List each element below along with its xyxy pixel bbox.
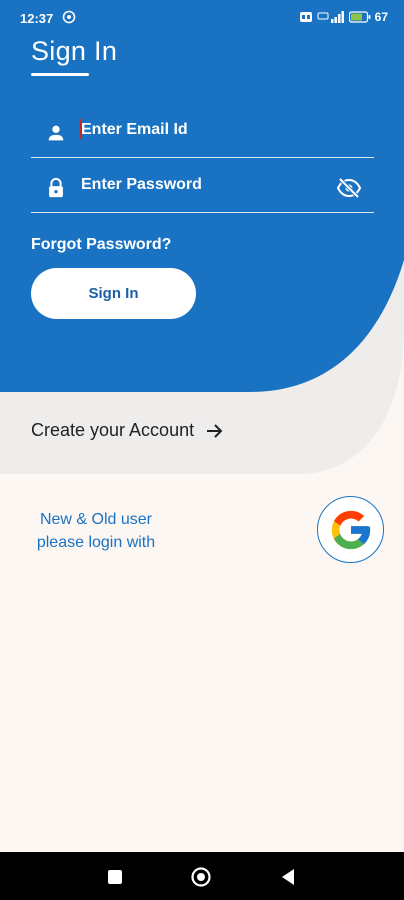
email-field-row (31, 106, 374, 158)
navigation-bar (0, 852, 404, 900)
circle-icon[interactable] (190, 866, 212, 888)
google-login-text: New & Old user please login with (26, 508, 166, 554)
lock-icon (49, 177, 63, 198)
create-account-link[interactable]: Create your Account (31, 420, 224, 441)
google-text-line2: please login with (36, 534, 156, 551)
sign-in-button[interactable]: Sign In (31, 268, 196, 319)
back-triangle-icon[interactable] (278, 866, 300, 888)
google-login-button[interactable] (317, 496, 384, 563)
battery-icon (348, 11, 371, 23)
status-bar: 12:37 67 (0, 0, 404, 38)
google-text-line1: New & Old user (39, 511, 153, 528)
password-input[interactable] (81, 173, 321, 197)
signin-screen: 12:37 67 Sign In Enter Email Id Forgot P… (0, 0, 404, 900)
battery-percent: 67 (374, 10, 388, 24)
sim-icon (299, 12, 312, 22)
google-logo-icon (331, 510, 370, 549)
status-right: 67 (299, 10, 388, 24)
email-input[interactable] (81, 118, 321, 142)
settings-status-icon (62, 10, 76, 24)
title-underline (31, 73, 89, 76)
create-account-label: Create your Account (31, 420, 195, 440)
person-icon (48, 125, 64, 141)
password-field-row (31, 161, 374, 213)
forgot-password-link[interactable]: Forgot Password? (31, 236, 171, 254)
square-icon[interactable] (104, 866, 126, 888)
status-time: 12:37 (20, 11, 54, 26)
page-title: Sign In (31, 36, 118, 66)
arrow-right-icon (207, 423, 223, 438)
signal-icon (317, 11, 344, 23)
eye-off-icon[interactable] (336, 177, 362, 199)
